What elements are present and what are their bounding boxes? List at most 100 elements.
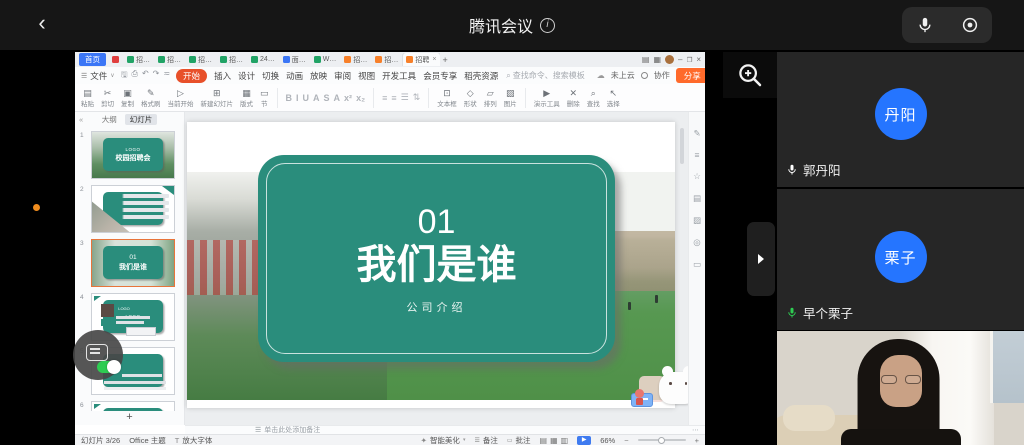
zoom-out-button[interactable]: −	[624, 436, 628, 445]
ribbon-tab[interactable]: 会员专享	[423, 70, 457, 82]
beautify-button[interactable]: ✦ 智能美化 ▾	[421, 435, 466, 445]
undo-icon[interactable]: ↶	[142, 69, 149, 83]
side-tool-icon[interactable]: ▤	[693, 193, 701, 204]
share-button[interactable]: 分享	[676, 68, 705, 83]
tool-button[interactable]: ✂ 剪切	[101, 88, 114, 108]
home-tab[interactable]: 首页	[79, 53, 106, 66]
customize-icon[interactable]: ≂	[163, 69, 170, 83]
side-tool-icon[interactable]: ✎	[693, 128, 700, 139]
account-avatar[interactable]	[665, 55, 674, 64]
comments-button[interactable]: ▭ 批注	[507, 435, 531, 445]
slide-thumbnail[interactable]: 3 01 我们是谁	[91, 239, 185, 287]
view-mode-button[interactable]: ▤	[540, 436, 548, 445]
record-button[interactable]	[947, 7, 992, 43]
microphone-button[interactable]	[902, 7, 947, 43]
format-button[interactable]: I	[296, 93, 299, 103]
ribbon-tab[interactable]: 视图	[358, 70, 375, 82]
ribbon-tab[interactable]: 设计	[238, 70, 255, 82]
side-tool-icon[interactable]: ◎	[693, 237, 700, 248]
new-tab-button[interactable]: +	[443, 55, 448, 65]
theme-name[interactable]: Office 主题	[129, 435, 166, 445]
tool-button[interactable]: ▭ 节	[260, 88, 269, 108]
ribbon-tab[interactable]: 插入	[214, 70, 231, 82]
section-title-card[interactable]: 01 我们是谁 公司介绍	[258, 155, 615, 362]
tool-button[interactable]: ▷ 当前开始	[168, 88, 194, 108]
tab-outline[interactable]: 大纲	[102, 114, 117, 125]
minimize-button[interactable]: –	[678, 55, 682, 64]
ribbon-tab[interactable]: 切换	[262, 70, 279, 82]
document-tab[interactable]: 面…	[280, 53, 309, 66]
tool-button[interactable]: ⌕ 查找	[587, 88, 600, 108]
tool-button[interactable]: ▶ 演示工具	[534, 88, 560, 108]
print-icon[interactable]: ⎙	[132, 69, 138, 83]
current-slide[interactable]: 01 我们是谁 公司介绍	[187, 122, 675, 408]
slide-thumbnail[interactable]: 1 LOGO 校园招聘会	[91, 131, 185, 179]
document-tab[interactable]: 24…	[248, 53, 278, 66]
align-button[interactable]: ⇅	[413, 92, 421, 103]
zoom-slider[interactable]	[638, 439, 686, 441]
zoom-in-button[interactable]: +	[695, 436, 699, 445]
participant-tile[interactable]: 丹阳 郭丹阳	[777, 52, 1024, 187]
format-button[interactable]: A	[334, 93, 341, 103]
tab-slides[interactable]: 幻灯片	[125, 114, 158, 125]
info-icon[interactable]: i	[540, 18, 555, 33]
tool-button[interactable]: ◇ 形状	[464, 88, 477, 108]
tool-button[interactable]: ↖ 选择	[607, 88, 620, 108]
close-button[interactable]: ×	[696, 55, 701, 64]
add-slide-button[interactable]: +	[75, 411, 184, 425]
tool-button[interactable]: ✎ 格式刷	[141, 88, 161, 108]
vertical-scrollbar[interactable]	[680, 128, 684, 164]
document-tab[interactable]: 招…	[341, 53, 370, 66]
side-tool-icon[interactable]: ▨	[693, 215, 701, 226]
side-tool-icon[interactable]: ≡	[695, 150, 700, 160]
tool-button[interactable]: ▱ 排列	[484, 88, 497, 108]
cloud-status[interactable]: 未上云	[611, 70, 635, 81]
ribbon-tab[interactable]: 开始	[176, 69, 207, 83]
slide-thumbnail[interactable]: 2	[91, 185, 185, 233]
panel-expand-button[interactable]	[747, 222, 775, 296]
collab-button[interactable]: 协作	[654, 70, 670, 81]
align-button[interactable]: ≡	[391, 93, 396, 103]
ribbon-tab[interactable]: 放映	[310, 70, 327, 82]
tool-button[interactable]: ▣ 复制	[121, 88, 134, 108]
document-tab[interactable]: 招…	[155, 53, 184, 66]
save-icon[interactable]: 🖫	[121, 69, 128, 83]
notes-toggle-button[interactable]: ☰ 备注	[474, 435, 497, 445]
view-mode-button[interactable]: ▦	[550, 436, 558, 445]
slide-thumbnail[interactable]: 6	[91, 401, 185, 411]
tool-button[interactable]: ▨ 图片	[504, 88, 517, 108]
tool-button[interactable]: ▤ 粘贴	[81, 88, 94, 108]
workspace-icon[interactable]: ▦	[653, 55, 661, 64]
command-search[interactable]: ⌕ 查找命令、搜索模板	[506, 70, 584, 81]
slideshow-play-button[interactable]: ▶	[577, 436, 591, 445]
document-tab[interactable]	[109, 53, 122, 66]
ribbon-tab[interactable]: 动画	[286, 70, 303, 82]
ribbon-tab[interactable]: 稻壳资源	[464, 70, 498, 82]
ribbon-tab[interactable]: 审阅	[334, 70, 351, 82]
document-tab[interactable]: 招…	[217, 53, 246, 66]
annotation-floating-button[interactable]	[73, 330, 123, 380]
format-button[interactable]: A	[313, 93, 320, 103]
document-tab[interactable]: W…	[311, 53, 340, 66]
annotation-toggle[interactable]	[97, 361, 118, 373]
magnify-button[interactable]	[723, 52, 777, 98]
notes-bar[interactable]: ☰ 单击此处添加备注 ⋯	[185, 425, 705, 434]
document-tab[interactable]: 招…	[186, 53, 215, 66]
participant-tile[interactable]: 栗子 早个栗子	[777, 189, 1024, 330]
format-button[interactable]: x₂	[356, 93, 365, 103]
tool-button[interactable]: ▦ 版式	[240, 88, 253, 108]
restore-button[interactable]: ❐	[687, 56, 693, 64]
zoom-level[interactable]: 66%	[600, 436, 615, 445]
font-zoom-tool[interactable]: T 放大字体	[175, 435, 213, 445]
self-video-tile[interactable]	[777, 331, 1024, 445]
tool-button[interactable]: ⊞ 新建幻灯片	[201, 88, 234, 108]
format-button[interactable]: S	[324, 93, 330, 103]
tool-button[interactable]: ⊡ 文本框	[437, 88, 457, 108]
ribbon-tab[interactable]: 开发工具	[382, 70, 416, 82]
format-button[interactable]: U	[303, 93, 310, 103]
align-button[interactable]: ≡	[382, 93, 387, 103]
align-button[interactable]: ☰	[401, 92, 409, 103]
split-view-icon[interactable]: ▤	[642, 55, 650, 64]
side-tool-icon[interactable]: ▭	[693, 259, 701, 270]
document-tab[interactable]: 招…	[124, 53, 153, 66]
